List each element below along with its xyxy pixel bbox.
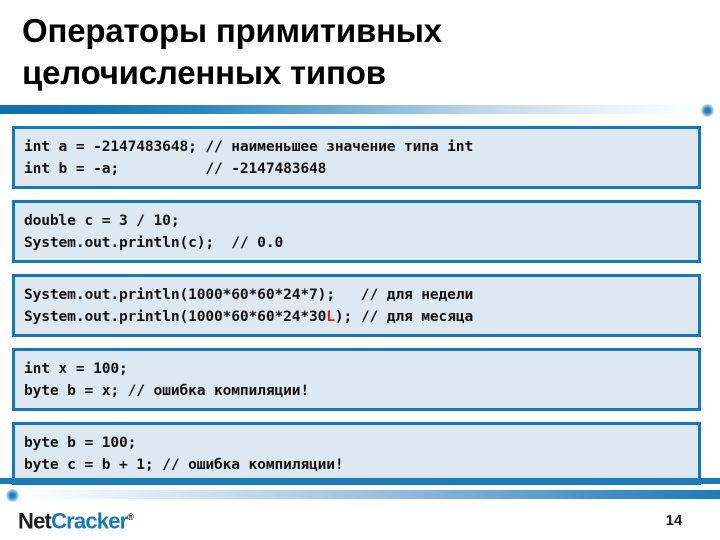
code-line: double c = 3 / 10; — [24, 212, 180, 229]
footer-gradient-bar — [14, 490, 720, 499]
code-line: byte b = x; // ошибка компиляции! — [24, 382, 309, 399]
top-decorative-bar — [0, 104, 720, 117]
top-gradient-bar — [0, 105, 706, 114]
top-bar-dot-icon — [701, 104, 714, 117]
code-segment-post: ); // для месяца — [334, 308, 474, 325]
logo-text-net: Net — [18, 508, 52, 534]
footer-solid-bar — [0, 478, 720, 484]
code-block-3: System.out.println(1000*60*60*24*7); // … — [12, 274, 701, 337]
code-highlight-long-suffix: L — [326, 308, 335, 325]
netcracker-logo: NetCracker® — [18, 505, 134, 533]
page-title: Операторы примитивных целочисленных типо… — [22, 10, 662, 94]
page-title-line-1: Операторы примитивных — [22, 12, 442, 49]
code-line: byte b = 100; — [24, 434, 137, 451]
logo-text-cracker: Cracker — [51, 508, 128, 534]
code-line-with-highlight: System.out.println(1000*60*60*24*30L); /… — [24, 306, 689, 328]
registered-trademark-icon: ® — [127, 512, 135, 522]
page-number: 14 — [665, 512, 683, 529]
code-line: int x = 100; — [24, 360, 128, 377]
code-line: System.out.println(1000*60*60*24*7); // … — [24, 286, 474, 303]
page-title-line-2: целочисленных типов — [22, 54, 386, 91]
code-line: int b = -a; // -2147483648 — [24, 160, 327, 177]
code-segment-pre: System.out.println(1000*60*60*24*30 — [24, 308, 327, 325]
footer-decorative-bar — [0, 489, 720, 502]
code-line: System.out.println(c); // 0.0 — [24, 234, 284, 251]
code-block-2: double c = 3 / 10; System.out.println(c)… — [12, 200, 701, 263]
code-block-5: byte b = 100; byte c = b + 1; // ошибка … — [12, 422, 701, 485]
code-block-4: int x = 100; byte b = x; // ошибка компи… — [12, 348, 701, 411]
slide-canvas: Операторы примитивных целочисленных типо… — [0, 0, 720, 540]
code-block-1: int a = -2147483648; // наименьшее значе… — [12, 126, 701, 189]
code-line: int a = -2147483648; // наименьшее значе… — [24, 138, 474, 155]
code-line: byte c = b + 1; // ошибка компиляции! — [24, 456, 344, 473]
footer-bar-dot-icon — [6, 489, 19, 502]
